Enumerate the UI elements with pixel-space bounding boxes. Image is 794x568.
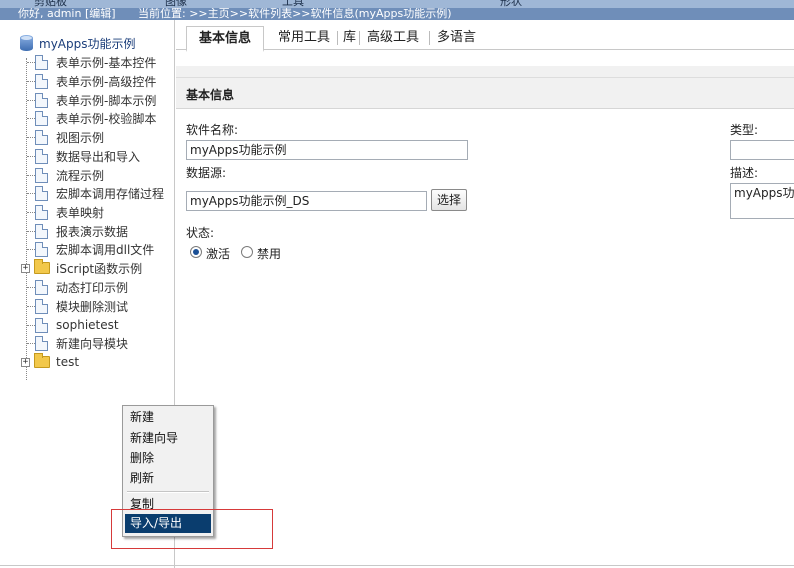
tree-item[interactable]: 流程示例	[35, 166, 104, 184]
menu-item-refresh[interactable]: 刷新	[125, 469, 211, 488]
bottom-border	[0, 565, 794, 566]
document-icon	[35, 73, 48, 89]
tree-item[interactable]: 新建向导模块	[35, 334, 128, 352]
tree-guide-line	[26, 58, 27, 380]
status-active-radio[interactable]	[190, 246, 202, 258]
document-icon	[35, 148, 48, 164]
greeting: 你好, admin [编辑]	[18, 8, 116, 20]
document-icon	[35, 129, 48, 145]
tree-root-label: myApps功能示例	[39, 36, 136, 51]
tree-folder[interactable]: + test	[21, 353, 79, 371]
tree-item[interactable]: 动态打印示例	[35, 278, 128, 296]
software-name-input[interactable]: myApps功能示例	[186, 140, 468, 160]
document-icon	[35, 223, 48, 239]
menu-image[interactable]: 图像	[165, 0, 187, 8]
tree-item[interactable]: 表单示例-基本控件	[35, 53, 156, 71]
menu-clipboard[interactable]: 剪贴板	[34, 0, 67, 8]
document-icon	[35, 298, 48, 314]
status-disabled-label: 禁用	[257, 247, 282, 261]
header-bar: 你好, admin [编辑] 当前位置: >>主页>>软件列表>>软件信息(my…	[0, 8, 794, 20]
document-icon	[35, 204, 48, 220]
document-icon	[35, 54, 48, 70]
tree-item[interactable]: 表单映射	[35, 203, 104, 221]
document-icon	[35, 92, 48, 108]
description-textarea[interactable]: myApps功能示例	[730, 183, 794, 219]
status-active-label: 激活	[206, 247, 231, 261]
datasource-input[interactable]: myApps功能示例_DS	[186, 191, 427, 211]
folder-icon	[34, 353, 50, 368]
menu-tools[interactable]: 工具	[282, 0, 304, 8]
tree-item[interactable]: sophietest	[35, 316, 119, 334]
expand-icon[interactable]: +	[21, 357, 30, 367]
tree-item[interactable]: 视图示例	[35, 128, 104, 146]
tree-item[interactable]: 表单示例-校验脚本	[35, 109, 156, 127]
document-icon	[35, 110, 48, 126]
software-name-label: 软件名称:	[186, 123, 239, 137]
menu-item-delete[interactable]: 删除	[125, 449, 211, 468]
section-title: 基本信息	[186, 88, 235, 102]
tree-item[interactable]: 报表演示数据	[35, 222, 128, 240]
description-label: 描述:	[730, 166, 759, 180]
tree-item[interactable]: 宏脚本调用存储过程	[35, 184, 164, 202]
database-icon	[20, 35, 33, 51]
tab-bar: 基本信息 常用工具 库 高级工具 多语言	[186, 26, 794, 52]
folder-icon	[34, 259, 50, 274]
tree-item[interactable]: 宏脚本调用dll文件	[35, 240, 154, 258]
tree-item[interactable]: 表单示例-高级控件	[35, 72, 156, 90]
toolbar-area	[176, 66, 794, 77]
menu-shapes[interactable]: 形状	[500, 0, 522, 8]
type-select[interactable]	[730, 140, 794, 160]
breadcrumb: 当前位置: >>主页>>软件列表>>软件信息(myApps功能示例)	[138, 8, 452, 20]
tree-item[interactable]: 表单示例-脚本示例	[35, 91, 156, 109]
tab-library[interactable]: 库	[343, 26, 356, 50]
status-label: 状态:	[186, 226, 215, 240]
datasource-label: 数据源:	[186, 166, 227, 180]
tree-item[interactable]: 数据导出和导入	[35, 147, 140, 165]
tab-basic-info[interactable]: 基本信息	[186, 26, 265, 52]
tree-root[interactable]: myApps功能示例	[20, 34, 136, 52]
tab-common-tools[interactable]: 常用工具	[278, 26, 330, 50]
document-icon	[35, 167, 48, 183]
app-menu-strip: 剪贴板 图像 工具 形状	[0, 0, 794, 8]
type-label: 类型:	[730, 123, 759, 137]
menu-item-new[interactable]: 新建	[125, 408, 211, 427]
tree-item[interactable]: 模块删除测试	[35, 297, 128, 315]
status-disabled-radio[interactable]	[241, 246, 253, 258]
menu-item-new-wizard[interactable]: 新建向导	[125, 429, 211, 448]
document-icon	[35, 241, 48, 257]
tab-advanced-tools[interactable]: 高级工具	[367, 26, 419, 50]
tree-folder[interactable]: + iScript函数示例	[21, 259, 142, 277]
section-header: 基本信息	[176, 77, 794, 109]
expand-icon[interactable]: +	[21, 263, 30, 273]
tab-multilanguage[interactable]: 多语言	[437, 26, 476, 50]
document-icon	[35, 335, 48, 351]
document-icon	[35, 317, 48, 333]
menu-separator	[127, 491, 209, 493]
annotation-highlight-box	[111, 509, 273, 549]
document-icon	[35, 279, 48, 295]
select-button[interactable]: 选择	[431, 189, 467, 211]
document-icon	[35, 185, 48, 201]
